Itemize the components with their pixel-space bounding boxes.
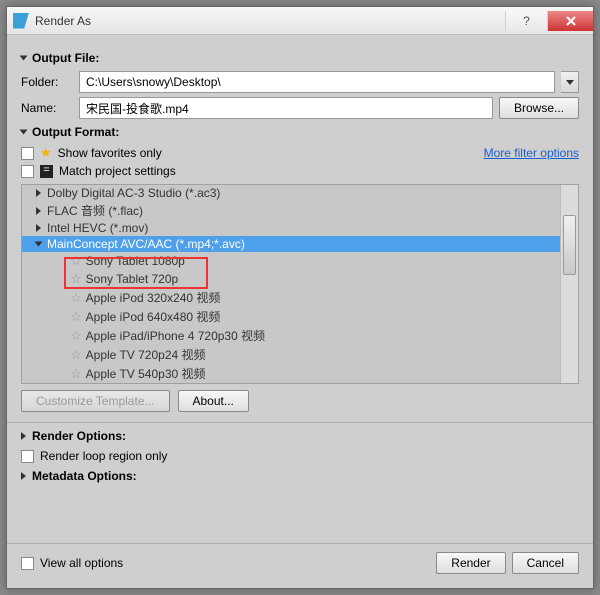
triangle-icon [21, 472, 26, 480]
list-item[interactable]: FLAC 音频 (*.flac) [22, 201, 578, 220]
equals-icon: = [40, 165, 53, 178]
triangle-icon [20, 130, 28, 135]
preset-item[interactable]: ☆Apple TV 720p24 视频 [22, 345, 578, 364]
render-as-dialog: Render As Output File: Folder: C:\Users\… [6, 6, 594, 589]
preset-item[interactable]: ☆Apple iPad/iPhone 4 720p30 视频 [22, 326, 578, 345]
about-button[interactable]: About... [178, 390, 249, 412]
list-item-selected[interactable]: MainConcept AVC/AAC (*.mp4;*.avc) [22, 236, 578, 252]
metadata-options-header[interactable]: Metadata Options: [21, 469, 579, 483]
preset-item[interactable]: ☆Sony Tablet 720p [22, 270, 578, 288]
list-item[interactable]: Intel HEVC (*.mov) [22, 220, 578, 236]
name-label: Name: [21, 101, 73, 115]
render-button[interactable]: Render [436, 552, 505, 574]
render-loop-label: Render loop region only [40, 449, 167, 463]
triangle-icon [21, 432, 26, 440]
folder-dropdown-button[interactable] [561, 71, 579, 93]
browse-button[interactable]: Browse... [499, 97, 579, 119]
name-input[interactable] [79, 97, 493, 119]
window-title: Render As [35, 14, 505, 28]
scrollbar[interactable] [560, 185, 578, 383]
render-loop-checkbox[interactable] [21, 450, 34, 463]
view-all-label: View all options [40, 556, 123, 570]
preset-item[interactable]: ☆Internet HD 1080p [22, 383, 578, 384]
customize-template-button: Customize Template... [21, 390, 170, 412]
match-project-checkbox[interactable] [21, 165, 34, 178]
cancel-button[interactable]: Cancel [512, 552, 579, 574]
format-list[interactable]: Dolby Digital AC-3 Studio (*.ac3) FLAC 音… [21, 184, 579, 384]
preset-item[interactable]: ☆Apple iPod 320x240 视频 [22, 288, 578, 307]
preset-item[interactable]: ☆Apple iPod 640x480 视频 [22, 307, 578, 326]
view-all-checkbox[interactable] [21, 557, 34, 570]
preset-item[interactable]: ☆Sony Tablet 1080p [22, 252, 578, 270]
app-icon [13, 13, 29, 29]
output-file-header[interactable]: Output File: [21, 51, 579, 65]
star-icon: ★ [40, 145, 52, 161]
match-project-label: Match project settings [59, 164, 176, 178]
preset-item[interactable]: ☆Apple TV 540p30 视频 [22, 364, 578, 383]
render-options-header[interactable]: Render Options: [21, 429, 579, 443]
titlebar[interactable]: Render As [7, 7, 593, 35]
show-favorites-checkbox[interactable] [21, 147, 34, 160]
more-filter-link[interactable]: More filter options [484, 146, 579, 160]
scrollbar-thumb[interactable] [563, 215, 576, 275]
close-button[interactable] [547, 11, 593, 31]
triangle-icon [20, 56, 28, 61]
help-button[interactable] [505, 11, 547, 31]
folder-input[interactable]: C:\Users\snowy\Desktop\ [79, 71, 555, 93]
output-format-header[interactable]: Output Format: [21, 125, 579, 139]
folder-label: Folder: [21, 75, 73, 89]
list-item[interactable]: Dolby Digital AC-3 Studio (*.ac3) [22, 185, 578, 201]
show-favorites-label: Show favorites only [58, 146, 162, 160]
